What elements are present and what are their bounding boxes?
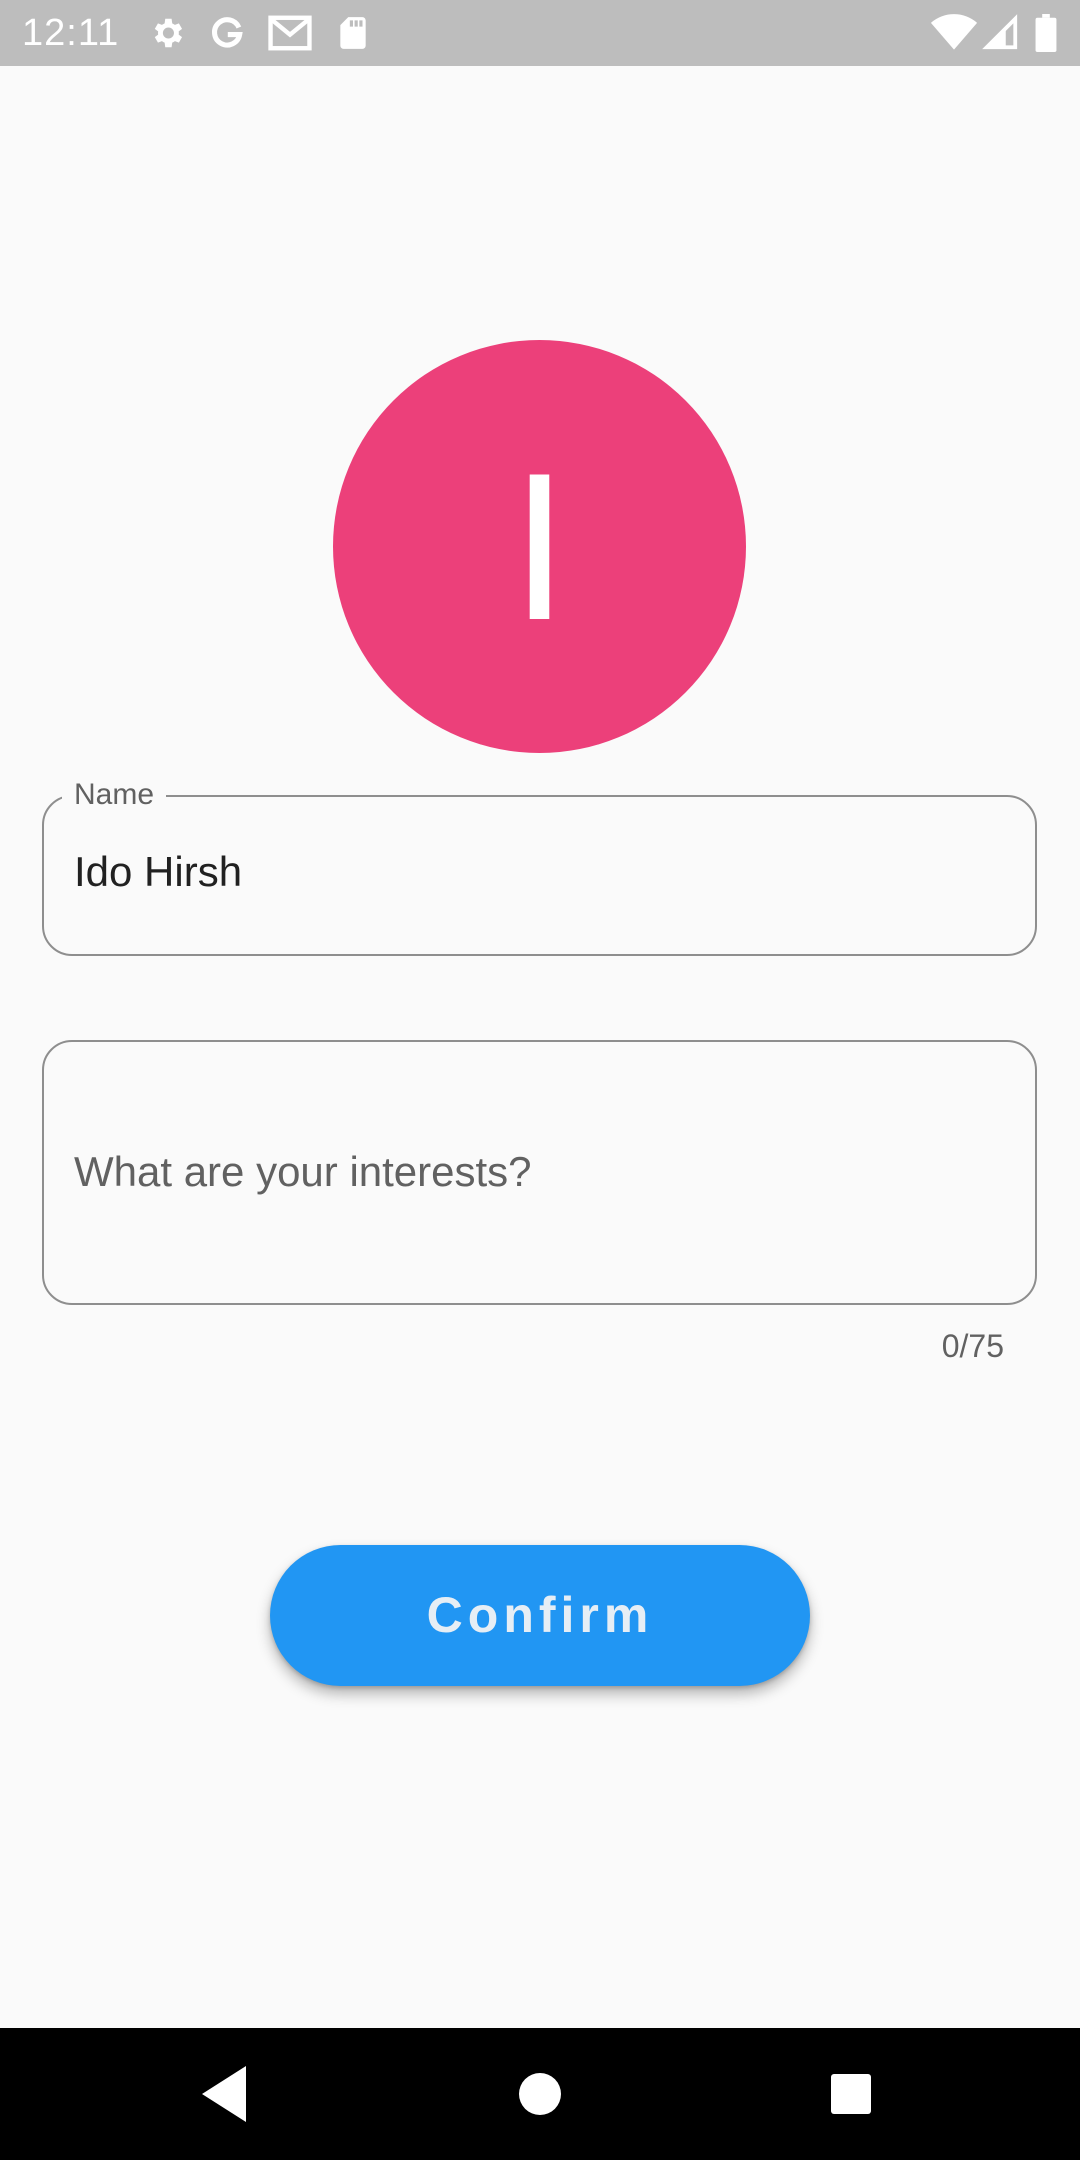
sd-card-icon <box>334 14 372 52</box>
interests-field[interactable]: What are your interests? <box>42 1040 1037 1305</box>
avatar[interactable]: I <box>333 340 746 753</box>
avatar-initial: I <box>510 429 569 664</box>
cell-signal-icon <box>982 14 1020 52</box>
name-label: Name <box>62 775 167 815</box>
recents-icon[interactable] <box>811 2054 891 2134</box>
navigation-bar <box>0 2028 1080 2160</box>
name-input[interactable]: Ido Hirsh <box>74 847 242 897</box>
gear-icon <box>148 14 186 52</box>
interests-input[interactable]: What are your interests? <box>74 1147 532 1197</box>
interests-char-counter: 0/75 <box>941 1328 1004 1364</box>
battery-icon <box>1034 14 1058 52</box>
back-icon[interactable] <box>186 2054 266 2134</box>
status-bar: 12:11 <box>0 0 1080 66</box>
profile-setup-screen: 12:11 I Name Ido Hirsh What are your int… <box>0 0 1080 2160</box>
home-icon[interactable] <box>500 2054 580 2134</box>
name-field[interactable]: Name Ido Hirsh <box>42 775 1037 956</box>
gmail-icon <box>268 14 312 52</box>
confirm-button[interactable]: Confirm <box>270 1545 810 1686</box>
google-icon <box>208 14 246 52</box>
status-time: 12:11 <box>22 12 120 54</box>
wifi-icon <box>930 14 978 52</box>
